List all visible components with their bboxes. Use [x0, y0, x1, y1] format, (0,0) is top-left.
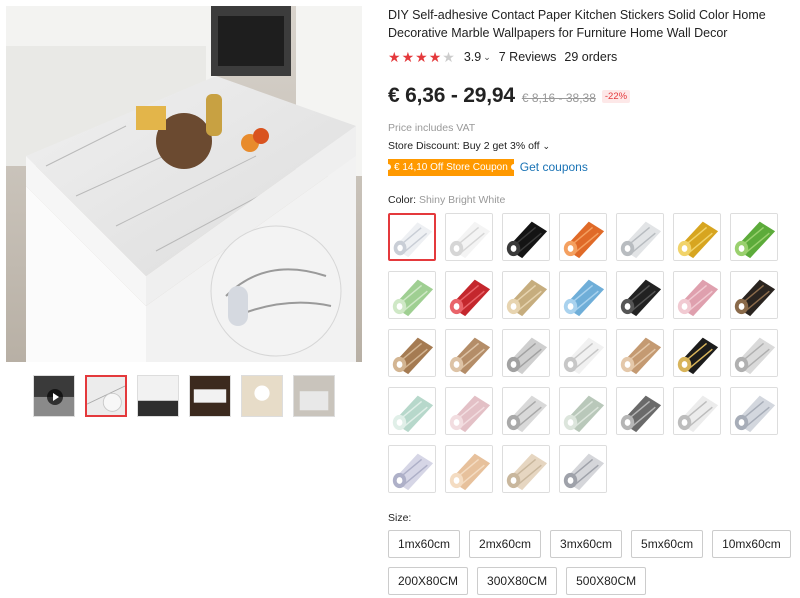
price-row: € 6,36 - 29,94 € 8,16 - 38,38 -22%	[388, 84, 798, 110]
orders-count: 29 orders	[564, 50, 618, 64]
color-swatch-black-marble[interactable]	[730, 271, 778, 319]
color-swatch-white-marble[interactable]	[559, 329, 607, 377]
size-option-300x80cm[interactable]: 300X80CM	[477, 567, 558, 595]
product-info: DIY Self-adhesive Contact Paper Kitchen …	[385, 6, 798, 493]
play-icon	[47, 389, 63, 405]
color-swatch-light-grey-marble[interactable]	[730, 329, 778, 377]
color-swatch-black[interactable]	[502, 213, 550, 261]
size-row: 1mx60cm 2mx60cm 3mx60cm 5mx60cm 10mx60cm	[388, 530, 798, 558]
color-swatch-brown-marble[interactable]	[388, 329, 436, 377]
color-swatch-lavender-marble[interactable]	[388, 445, 436, 493]
rating-stars: ★ ★ ★ ★ ★	[388, 50, 455, 64]
star-icon: ★	[428, 49, 442, 65]
color-swatch-shiny-bright-white[interactable]	[388, 213, 436, 261]
color-swatch-green[interactable]	[730, 213, 778, 261]
selected-color-name: Shiny Bright White	[418, 194, 506, 206]
color-swatch-black-gold-marble[interactable]	[673, 329, 721, 377]
discount-badge: -22%	[601, 90, 631, 103]
color-swatch-pink[interactable]	[673, 271, 721, 319]
color-swatch-sky-blue[interactable]	[559, 271, 607, 319]
rating-row: ★ ★ ★ ★ ★ 3.9 ⌄ 7 Reviews 29 orders	[388, 48, 798, 66]
size-option-200x80cm[interactable]: 200X80CM	[388, 567, 469, 595]
color-swatch-grid	[388, 213, 798, 493]
size-option-2mx60cm[interactable]: 2mx60cm	[469, 530, 542, 558]
star-icon: ★	[388, 49, 401, 65]
chevron-down-icon: ⌄	[542, 141, 551, 151]
color-swatch-cool-grey-marble[interactable]	[559, 445, 607, 493]
get-coupons-link[interactable]: Get coupons	[520, 160, 588, 174]
thumbnail-marble-roll[interactable]	[85, 375, 127, 417]
size-option-10mx60cm[interactable]: 10mx60cm	[712, 530, 791, 558]
color-swatch-grey-marble[interactable]	[502, 329, 550, 377]
size-option-5mx60cm[interactable]: 5mx60cm	[631, 530, 704, 558]
original-price: € 8,16 - 38,38	[521, 91, 596, 105]
store-discount-text: Store Discount: Buy 2 get 3% off	[388, 140, 540, 152]
color-swatch-beige-marble[interactable]	[616, 329, 664, 377]
chevron-down-icon[interactable]: ⌄	[483, 52, 491, 63]
kitchen-island-photo	[6, 6, 362, 362]
current-price: € 6,36 - 29,94	[388, 84, 515, 107]
color-swatch-cream-marble[interactable]	[502, 445, 550, 493]
star-icon: ★	[401, 49, 415, 65]
color-label-text: Color:	[388, 194, 417, 206]
main-product-image[interactable]	[6, 6, 362, 362]
color-swatch-soft-grey-marble[interactable]	[502, 387, 550, 435]
color-swatch-silver[interactable]	[616, 213, 664, 261]
size-row: 200X80CM 300X80CM 500X80CM	[388, 567, 798, 595]
color-label: Color: Shiny Bright White	[388, 194, 798, 206]
color-swatch-tan-marble[interactable]	[445, 329, 493, 377]
star-empty-icon: ★	[442, 49, 455, 65]
thumbnail-video[interactable]	[33, 375, 75, 417]
size-options: 1mx60cm 2mx60cm 3mx60cm 5mx60cm 10mx60cm 200X…	[388, 530, 798, 598]
thumbnail-white-counter[interactable]	[137, 375, 179, 417]
coupon-row: € 14,10 Off Store Coupon Get coupons	[385, 158, 798, 176]
store-coupon-badge[interactable]: € 14,10 Off Store Coupon	[385, 158, 517, 176]
thumbnail-dark-table[interactable]	[189, 375, 231, 417]
thumbnail-grey-room[interactable]	[293, 375, 335, 417]
store-discount[interactable]: Store Discount: Buy 2 get 3% off ⌄	[388, 140, 798, 152]
star-icon: ★	[415, 49, 428, 65]
color-swatch-red[interactable]	[445, 271, 493, 319]
color-swatch-pearl-marble[interactable]	[673, 387, 721, 435]
color-swatch-dark-grey-marble[interactable]	[616, 387, 664, 435]
thumbnail-strip	[33, 375, 335, 417]
vat-note: Price includes VAT	[388, 122, 476, 134]
size-option-1mx60cm[interactable]: 1mx60cm	[388, 530, 461, 558]
color-swatch-blue-grey-marble[interactable]	[730, 387, 778, 435]
rating-value[interactable]: 3.9	[464, 50, 481, 64]
color-swatch-peach-marble[interactable]	[445, 445, 493, 493]
color-swatch-pink-marble[interactable]	[445, 387, 493, 435]
color-swatch-glossy-black[interactable]	[616, 271, 664, 319]
color-swatch-orange[interactable]	[559, 213, 607, 261]
color-swatch-sage-marble[interactable]	[559, 387, 607, 435]
color-swatch-light-green[interactable]	[388, 271, 436, 319]
color-swatch-white[interactable]	[445, 213, 493, 261]
thumbnail-beige-table[interactable]	[241, 375, 283, 417]
color-swatch-mint-marble[interactable]	[388, 387, 436, 435]
color-swatch-gold[interactable]	[673, 213, 721, 261]
color-swatch-champagne-gold[interactable]	[502, 271, 550, 319]
product-title: DIY Self-adhesive Contact Paper Kitchen …	[388, 8, 766, 40]
size-label: Size:	[388, 512, 412, 524]
size-option-3mx60cm[interactable]: 3mx60cm	[550, 530, 623, 558]
size-option-500x80cm[interactable]: 500X80CM	[566, 567, 647, 595]
reviews-link[interactable]: 7 Reviews	[499, 50, 557, 64]
